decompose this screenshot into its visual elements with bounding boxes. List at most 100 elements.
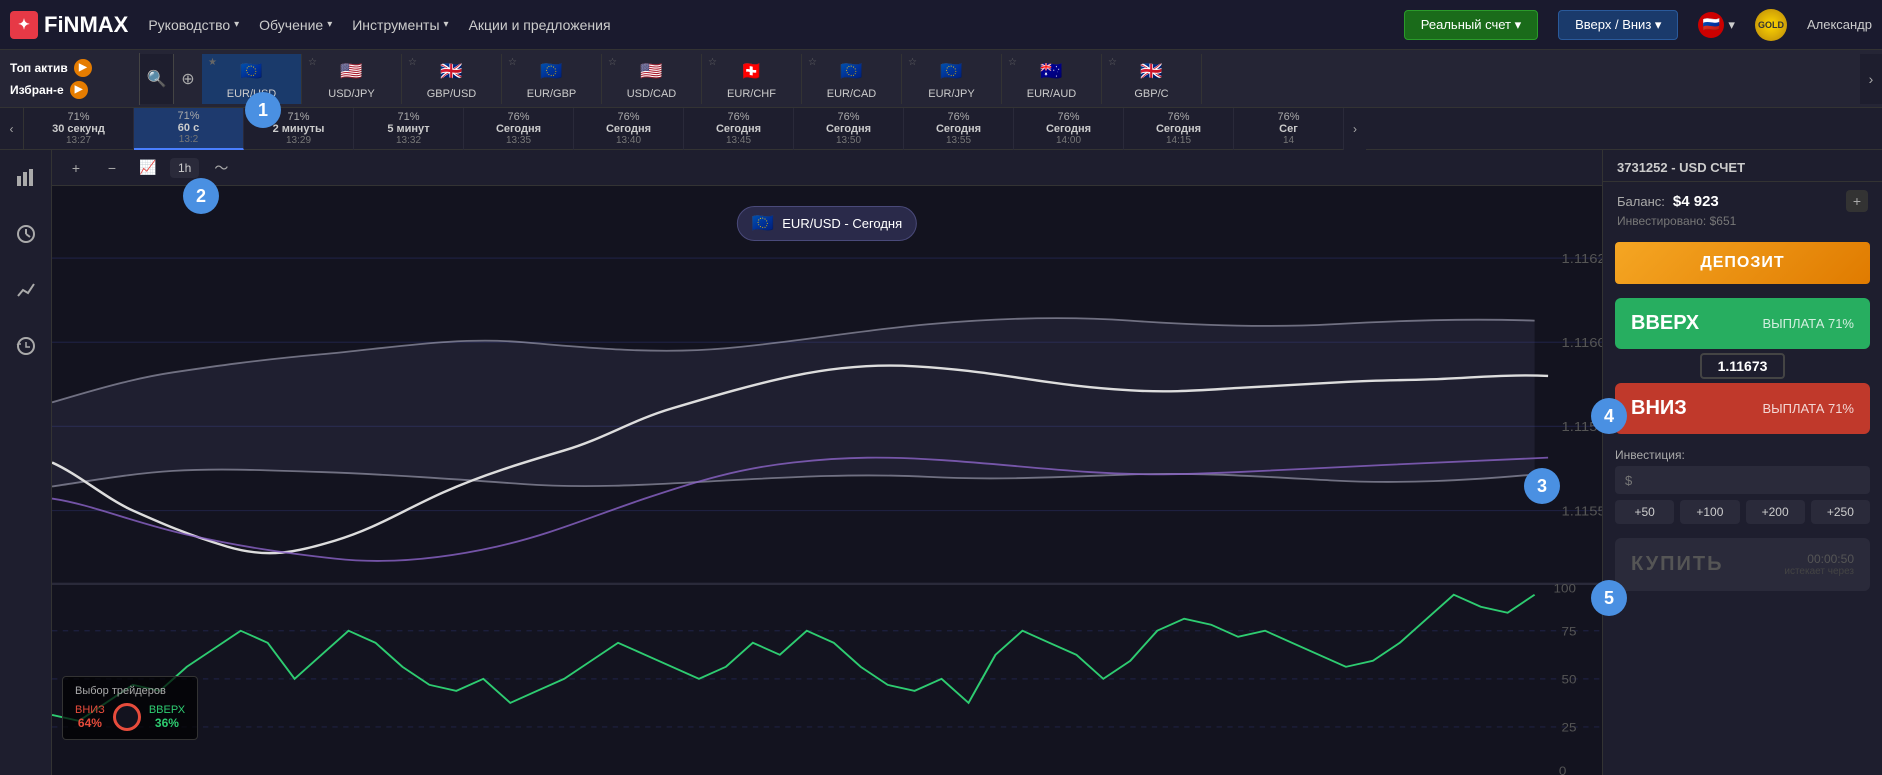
svg-text:100: 100 bbox=[1553, 581, 1575, 595]
time-item-today-4[interactable]: 76% Сегодня 13:50 bbox=[794, 108, 904, 150]
quick-250-button[interactable]: +250 bbox=[1811, 500, 1870, 524]
invested-label: Инвестировано: bbox=[1617, 214, 1706, 228]
time-item-today-8[interactable]: 76% Сег 14 bbox=[1234, 108, 1344, 150]
asset-name: GBP/C bbox=[1134, 88, 1168, 100]
trader-box-title: Выбор трейдеров bbox=[75, 685, 185, 697]
time-scroll-right[interactable]: › bbox=[1344, 108, 1366, 150]
asset-bar: Топ актив ▶ Избран-е ▶ 🔍 ⊕ ★ 🇪🇺 EUR/USD … bbox=[0, 50, 1882, 108]
tutorial-circle-1: 1 bbox=[245, 92, 281, 128]
indicator-button[interactable]: 〜 bbox=[207, 154, 235, 182]
time-label: Сегодня bbox=[936, 123, 981, 135]
time-item-today-1[interactable]: 76% Сегодня 13:35 bbox=[464, 108, 574, 150]
quick-100-button[interactable]: +100 bbox=[1680, 500, 1739, 524]
add-funds-button[interactable]: + bbox=[1846, 190, 1868, 212]
flag-icon: 🇷🇺 bbox=[1698, 12, 1724, 38]
invest-input[interactable] bbox=[1638, 472, 1860, 488]
nav-item-learn[interactable]: Обучение ▾ bbox=[259, 17, 332, 33]
trade-down-button[interactable]: ВНИЗ ВЫПЛАТА 71% bbox=[1615, 383, 1870, 434]
asset-item-eurjpy[interactable]: ☆ 🇪🇺 EUR/JPY bbox=[902, 54, 1002, 104]
real-account-button[interactable]: Реальный счет ▾ bbox=[1404, 10, 1538, 40]
sidebar-history-icon[interactable] bbox=[8, 328, 44, 364]
star-icon: ☆ bbox=[408, 57, 417, 68]
right-panel: 3731252 - USD СЧЕТ Баланс: $4 923 + Инве… bbox=[1602, 150, 1882, 775]
chevron-down-icon: ▾ bbox=[234, 19, 239, 30]
timeframe-selector[interactable]: 1h bbox=[170, 158, 199, 178]
time-clock: 14 bbox=[1283, 135, 1294, 146]
buy-button[interactable]: КУПИТЬ 00:00:50 истекает через bbox=[1615, 538, 1870, 591]
time-pct: 76% bbox=[1277, 111, 1299, 123]
time-label: Сегодня bbox=[1156, 123, 1201, 135]
time-item-5m[interactable]: 71% 5 минут 13:32 bbox=[354, 108, 464, 150]
asset-flag: 🇪🇺 bbox=[937, 58, 967, 86]
time-clock: 13:27 bbox=[66, 135, 91, 146]
account-id: 3731252 - USD СЧЕТ bbox=[1617, 160, 1868, 175]
asset-item-usdjpy[interactable]: ☆ 🇺🇸 USD/JPY bbox=[302, 54, 402, 104]
quick-btns: +50 +100 +200 +250 bbox=[1615, 500, 1870, 524]
star-icon: ☆ bbox=[608, 57, 617, 68]
price-badge: 1.11673 bbox=[1700, 353, 1786, 379]
asset-flag: 🇪🇺 bbox=[237, 58, 267, 86]
updown-button[interactable]: Вверх / Вниз ▾ bbox=[1558, 10, 1678, 40]
chart-type-button[interactable]: 📈 bbox=[134, 154, 162, 182]
time-item-today-6[interactable]: 76% Сегодня 14:00 bbox=[1014, 108, 1124, 150]
time-label: Сегодня bbox=[716, 123, 761, 135]
time-label: Сегодня bbox=[606, 123, 651, 135]
trader-bar: ВНИЗ 64% ВВЕРХ 36% bbox=[75, 703, 185, 731]
nav-item-tools[interactable]: Инструменты ▾ bbox=[352, 17, 448, 33]
asset-flag: 🇺🇸 bbox=[637, 58, 667, 86]
main-content: + − 📈 1h 〜 🇪🇺 EUR/USD - Сегодня bbox=[0, 150, 1882, 775]
language-selector[interactable]: 🇷🇺 ▾ bbox=[1698, 12, 1735, 38]
time-item-60s[interactable]: 71% 60 с 13:2 bbox=[134, 108, 244, 150]
time-label: 2 минуты bbox=[273, 123, 325, 135]
asset-item-gbpc[interactable]: ☆ 🇬🇧 GBP/C bbox=[1102, 54, 1202, 104]
buy-label: КУПИТЬ bbox=[1631, 553, 1724, 576]
add-asset-button[interactable]: ⊕ bbox=[174, 54, 202, 104]
scroll-left-button[interactable]: ‹ bbox=[0, 108, 24, 150]
invested-value: $651 bbox=[1710, 214, 1737, 228]
svg-text:50: 50 bbox=[1562, 672, 1577, 686]
asset-item-gbpusd[interactable]: ☆ 🇬🇧 GBP/USD bbox=[402, 54, 502, 104]
asset-name: EUR/CAD bbox=[827, 88, 877, 100]
trade-up-button[interactable]: ВВЕРХ ВЫПЛАТА 71% bbox=[1615, 298, 1870, 349]
nav-item-promo[interactable]: Акции и предложения bbox=[469, 17, 611, 33]
favorites-label[interactable]: Избран-е ▶ bbox=[10, 81, 129, 99]
sidebar-chart-icon[interactable] bbox=[8, 160, 44, 196]
quick-50-button[interactable]: +50 bbox=[1615, 500, 1674, 524]
trader-box: Выбор трейдеров ВНИЗ 64% ВВЕРХ 36% bbox=[62, 676, 198, 740]
time-label: Сегодня bbox=[1046, 123, 1091, 135]
time-pct: 76% bbox=[837, 111, 859, 123]
time-item-30s[interactable]: 71% 30 секунд 13:27 bbox=[24, 108, 134, 150]
balance-value: $4 923 bbox=[1673, 193, 1838, 210]
scroll-right-button[interactable]: › bbox=[1860, 54, 1882, 104]
time-item-today-3[interactable]: 76% Сегодня 13:45 bbox=[684, 108, 794, 150]
search-button[interactable]: 🔍 bbox=[140, 54, 174, 104]
sidebar-clock-icon[interactable] bbox=[8, 216, 44, 252]
user-name[interactable]: Александр bbox=[1807, 17, 1872, 32]
asset-item-euraud[interactable]: ☆ 🇦🇺 EUR/AUD bbox=[1002, 54, 1102, 104]
asset-item-eurchf[interactable]: ☆ 🇨🇭 EUR/CHF bbox=[702, 54, 802, 104]
chart-area: + − 📈 1h 〜 🇪🇺 EUR/USD - Сегодня bbox=[52, 150, 1602, 775]
logo: ✦ FiNMAX bbox=[10, 11, 128, 39]
quick-200-button[interactable]: +200 bbox=[1746, 500, 1805, 524]
up-label: ВВЕРХ bbox=[1631, 312, 1699, 335]
time-item-today-7[interactable]: 76% Сегодня 14:15 bbox=[1124, 108, 1234, 150]
logo-text: FiNMAX bbox=[44, 12, 128, 38]
time-item-today-5[interactable]: 76% Сегодня 13:55 bbox=[904, 108, 1014, 150]
asset-item-usdcad[interactable]: ☆ 🇺🇸 USD/CAD bbox=[602, 54, 702, 104]
time-item-today-2[interactable]: 76% Сегодня 13:40 bbox=[574, 108, 684, 150]
svg-text:25: 25 bbox=[1562, 720, 1577, 734]
zoom-out-button[interactable]: − bbox=[98, 154, 126, 182]
sidebar-stats-icon[interactable] bbox=[8, 272, 44, 308]
nav-item-guide[interactable]: Руководство ▾ bbox=[148, 17, 239, 33]
star-icon: ☆ bbox=[308, 57, 317, 68]
gold-badge: GOLD bbox=[1755, 9, 1787, 41]
buy-sub: истекает через bbox=[1784, 566, 1854, 577]
time-clock: 13:32 bbox=[396, 135, 421, 146]
asset-item-eurgbp[interactable]: ☆ 🇪🇺 EUR/GBP bbox=[502, 54, 602, 104]
top-assets-label[interactable]: Топ актив ▶ bbox=[10, 59, 129, 77]
deposit-button[interactable]: ДЕПОЗИТ bbox=[1615, 242, 1870, 284]
asset-item-eurcad[interactable]: ☆ 🇪🇺 EUR/CAD bbox=[802, 54, 902, 104]
time-label: Сегодня bbox=[496, 123, 541, 135]
time-clock: 13:29 bbox=[286, 135, 311, 146]
zoom-in-button[interactable]: + bbox=[62, 154, 90, 182]
